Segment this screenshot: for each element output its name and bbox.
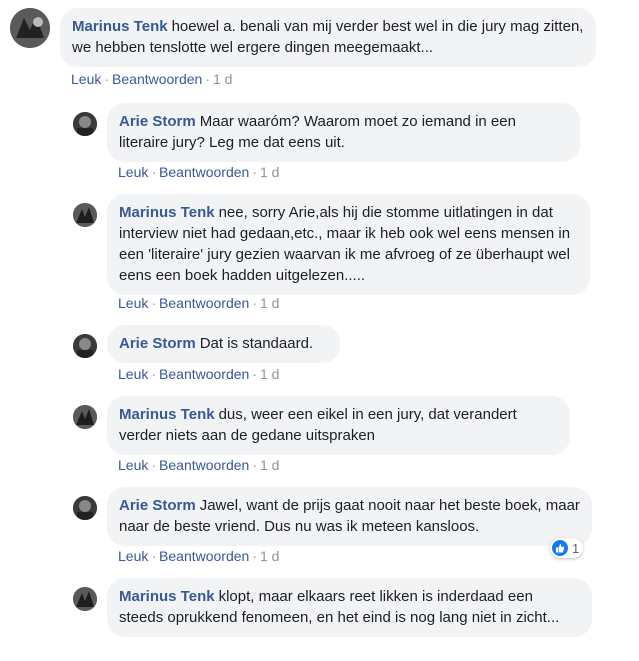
like-icon bbox=[552, 540, 568, 556]
comment-author[interactable]: Marinus Tenk bbox=[119, 406, 215, 423]
reply-comment: Arie Storm Maar waaróm? Waarom moet zo ie… bbox=[73, 103, 633, 183]
avatar[interactable] bbox=[73, 203, 97, 227]
separator: · bbox=[252, 366, 257, 382]
reply-link[interactable]: Beantwoorden bbox=[112, 71, 202, 87]
comment-bubble: Marinus Tenk nee, sorry Arie,als hij die … bbox=[107, 194, 590, 295]
reply-comment: Marinus Tenk dus, weer een eikel in een j… bbox=[73, 396, 633, 476]
reply-link[interactable]: Beantwoorden bbox=[159, 366, 249, 382]
separator: · bbox=[252, 164, 257, 180]
avatar[interactable] bbox=[73, 496, 97, 520]
avatar-photo-icon bbox=[73, 405, 97, 429]
separator: · bbox=[104, 71, 110, 87]
avatar-photo-icon bbox=[73, 587, 97, 611]
reply-comment: Arie Storm Jawel, want de prijs gaat nooi… bbox=[73, 487, 633, 567]
avatar[interactable] bbox=[73, 405, 97, 429]
reply-comment: Arie Storm Dat is standaard. Leuk · Beantwo… bbox=[73, 325, 633, 385]
separator: · bbox=[252, 548, 257, 564]
comment-bubble: Arie Storm Dat is standaard. bbox=[107, 325, 340, 363]
reply-comment: Marinus Tenk klopt, maar elkaars reet lik… bbox=[73, 578, 633, 661]
reply-link[interactable]: Beantwoorden bbox=[159, 548, 249, 564]
separator: · bbox=[151, 164, 157, 180]
reply-link[interactable]: Beantwoorden bbox=[159, 295, 249, 311]
comment-timestamp[interactable]: 1 d bbox=[213, 71, 232, 87]
comment-thread: Marinus Tenk hoewel a. benali van mij ver… bbox=[0, 0, 639, 661]
avatar-photo-icon bbox=[10, 8, 50, 48]
avatar[interactable] bbox=[73, 334, 97, 358]
comment-text: Dat is standaard. bbox=[199, 335, 314, 352]
reply-link[interactable]: Beantwoorden bbox=[159, 164, 249, 180]
like-link[interactable]: Leuk bbox=[118, 164, 148, 180]
comment-bubble: Marinus Tenk hoewel a. benali van mij ver… bbox=[60, 8, 596, 67]
comment-actions: Leuk · Beantwoorden · 1 d bbox=[118, 295, 279, 311]
comment-bubble: Marinus Tenk klopt, maar elkaars reet lik… bbox=[107, 578, 592, 637]
comment-bubble: Arie Storm Jawel, want de prijs gaat nooi… bbox=[107, 487, 592, 546]
like-link[interactable]: Leuk bbox=[118, 548, 148, 564]
comment-top-level: Marinus Tenk hoewel a. benali van mij ver… bbox=[10, 8, 630, 93]
comment-author[interactable]: Marinus Tenk bbox=[119, 588, 215, 605]
comment-actions: Leuk · Beantwoorden · 1 d bbox=[118, 164, 279, 180]
avatar[interactable] bbox=[73, 112, 97, 136]
reply-comment: Marinus Tenk nee, sorry Arie,als hij die … bbox=[73, 194, 633, 319]
comment-author[interactable]: Arie Storm bbox=[119, 335, 196, 352]
comment-bubble: Marinus Tenk dus, weer een eikel in een j… bbox=[107, 396, 570, 455]
comment-author[interactable]: Marinus Tenk bbox=[72, 18, 168, 35]
comment-actions: Leuk · Beantwoorden · 1 d bbox=[118, 457, 279, 473]
separator: · bbox=[151, 457, 157, 473]
comment-author[interactable]: Marinus Tenk bbox=[119, 204, 215, 221]
separator: · bbox=[151, 548, 157, 564]
comment-timestamp[interactable]: 1 d bbox=[260, 457, 279, 473]
separator: · bbox=[205, 71, 210, 87]
separator: · bbox=[151, 295, 157, 311]
separator: · bbox=[252, 457, 257, 473]
avatar-photo-icon bbox=[73, 203, 97, 227]
avatar-photo-icon bbox=[73, 496, 97, 520]
comment-timestamp[interactable]: 1 d bbox=[260, 366, 279, 382]
comment-actions: Leuk · Beantwoorden · 1 d bbox=[118, 366, 279, 382]
reaction-count: 1 bbox=[572, 540, 580, 556]
comment-timestamp[interactable]: 1 d bbox=[260, 164, 279, 180]
comment-author[interactable]: Arie Storm bbox=[119, 113, 196, 130]
reaction-badge[interactable]: 1 bbox=[550, 538, 584, 558]
separator: · bbox=[252, 295, 257, 311]
like-link[interactable]: Leuk bbox=[118, 457, 148, 473]
comment-timestamp[interactable]: 1 d bbox=[260, 548, 279, 564]
comment-bubble: Arie Storm Maar waaróm? Waarom moet zo ie… bbox=[107, 103, 580, 162]
reply-link[interactable]: Beantwoorden bbox=[159, 457, 249, 473]
avatar-photo-icon bbox=[73, 334, 97, 358]
comment-author[interactable]: Arie Storm bbox=[119, 497, 196, 514]
comment-actions: Leuk · Beantwoorden · 1 d bbox=[71, 71, 232, 87]
avatar[interactable] bbox=[73, 587, 97, 611]
comment-actions: Leuk · Beantwoorden · 1 d bbox=[118, 548, 279, 564]
avatar-photo-icon bbox=[73, 112, 97, 136]
like-link[interactable]: Leuk bbox=[71, 71, 101, 87]
separator: · bbox=[151, 366, 157, 382]
like-link[interactable]: Leuk bbox=[118, 295, 148, 311]
avatar[interactable] bbox=[10, 8, 50, 48]
like-link[interactable]: Leuk bbox=[118, 366, 148, 382]
comment-timestamp[interactable]: 1 d bbox=[260, 295, 279, 311]
